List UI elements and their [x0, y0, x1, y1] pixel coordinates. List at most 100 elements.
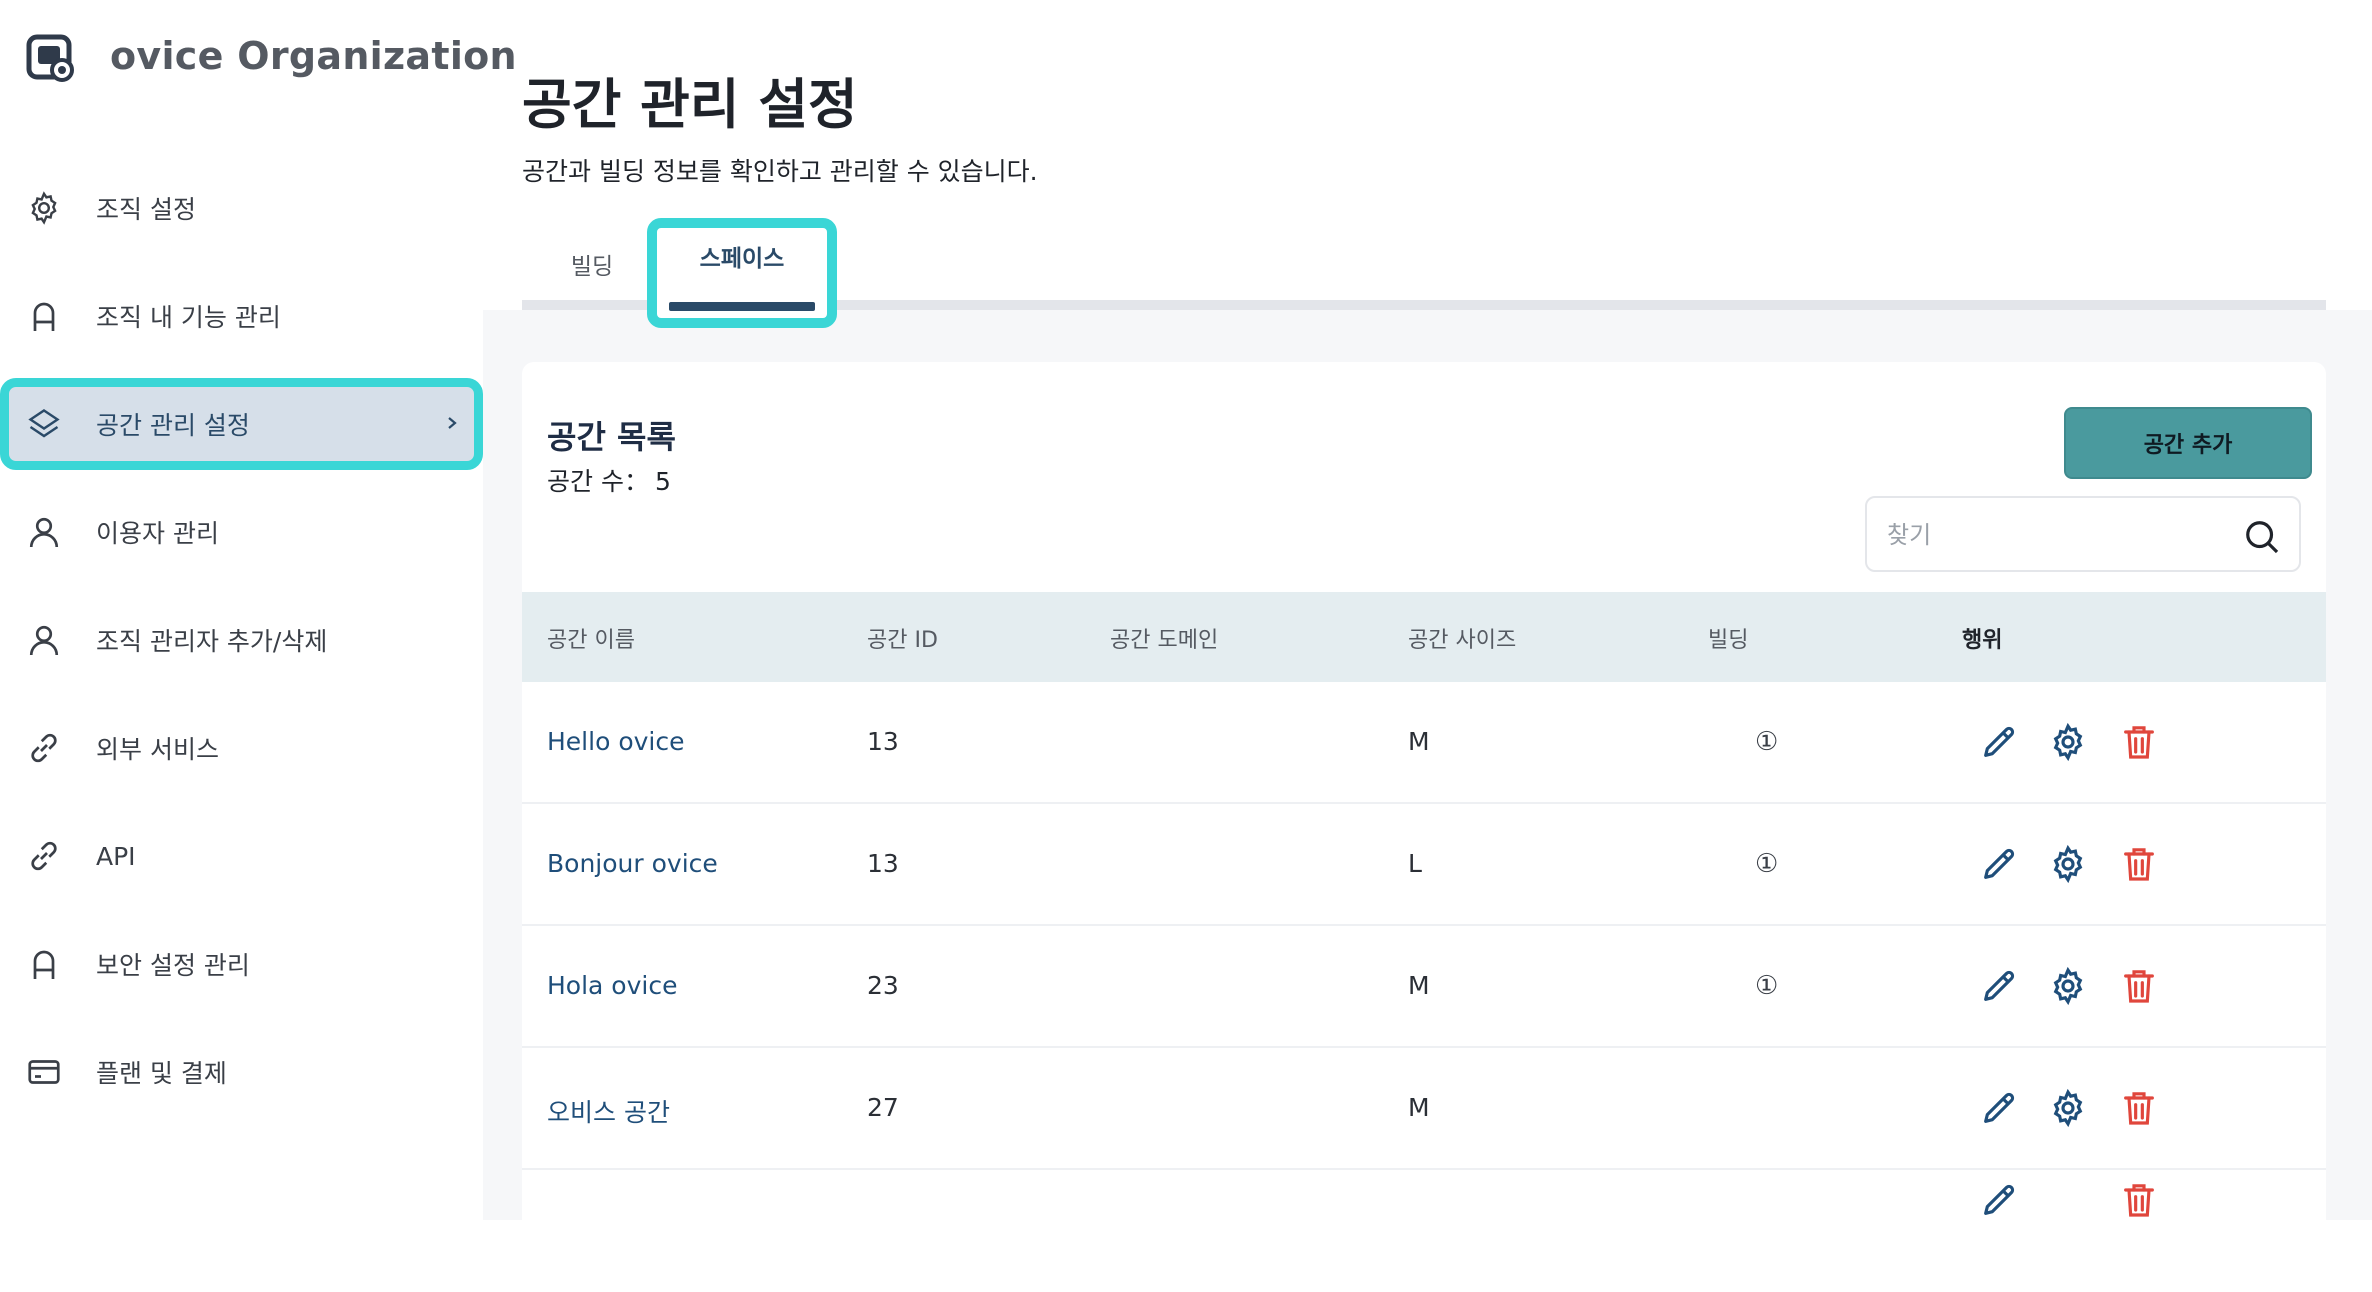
space-size: M [1408, 727, 1430, 756]
space-size: M [1408, 971, 1430, 1000]
gear-icon [2053, 1088, 2083, 1128]
main-content: 공간 관리 설정 공간과 빌딩 정보를 확인하고 관리할 수 있습니다. 빌딩 … [483, 0, 2372, 1292]
building-badge[interactable]: ① [1755, 849, 1778, 879]
sidebar-item-label: 이용자 관리 [96, 519, 219, 548]
trash-icon [2124, 726, 2154, 759]
lock-icon [33, 302, 55, 331]
credit-card-icon [28, 1060, 60, 1084]
add-space-button[interactable]: 공간 추가 [2064, 407, 2312, 479]
sidebar-item-org-settings[interactable]: 조직 설정 [0, 162, 483, 254]
building-badge[interactable]: ① [1755, 727, 1778, 757]
trash-icon [2124, 1184, 2154, 1217]
sidebar-item-label: 외부 서비스 [96, 735, 219, 764]
edit-button[interactable] [1979, 966, 2019, 1006]
pencil-icon [1984, 848, 2015, 879]
edit-button[interactable] [1979, 722, 2019, 762]
sidebar-item-label: 플랜 및 결제 [96, 1059, 227, 1088]
gear-icon [31, 191, 57, 225]
tab-active-indicator [669, 302, 815, 311]
page-title: 공간 관리 설정 [522, 73, 858, 136]
space-name-link[interactable]: Hola ovice [547, 971, 677, 1000]
add-space-button-label: 공간 추가 [2143, 433, 2233, 458]
sidebar-item-label: 조직 관리자 추가/삭제 [96, 627, 328, 656]
sidebar-item-label: 조직 내 기능 관리 [96, 303, 281, 332]
gear-icon [2053, 966, 2083, 1006]
table-header: 공간 이름 공간 ID 공간 도메인 공간 사이즈 빌딩 행위 [522, 592, 2326, 682]
building-badge[interactable]: ① [1755, 971, 1778, 1001]
column-header-building[interactable]: 빌딩 [1708, 622, 1748, 654]
table-row: Hola ovice 23 M ① [522, 926, 2326, 1048]
column-header-size[interactable]: 공간 사이즈 [1408, 622, 1516, 654]
column-header-domain[interactable]: 공간 도메인 [1110, 622, 1218, 654]
gear-icon [2053, 722, 2083, 762]
sidebar-item-user-management[interactable]: 이용자 관리 [0, 486, 483, 578]
settings-button[interactable] [2048, 1088, 2088, 1128]
space-count-value: 5 [654, 467, 671, 496]
trash-icon [2124, 970, 2154, 1003]
delete-button[interactable] [2119, 1180, 2159, 1220]
sidebar-item-label: 공간 관리 설정 [96, 411, 250, 440]
org-logo-icon [26, 34, 74, 82]
search-box [1865, 496, 2301, 572]
sidebar-item-api[interactable]: API [0, 810, 483, 902]
edit-button[interactable] [1979, 1088, 2019, 1128]
column-header-actions: 행위 [1962, 628, 2003, 653]
space-size: L [1408, 849, 1422, 878]
tab-space[interactable]: 스페이스 [647, 218, 837, 328]
pencil-icon [1984, 726, 2015, 757]
edit-button[interactable] [1979, 844, 2019, 884]
search-icon[interactable] [2243, 518, 2281, 556]
org-logo[interactable] [26, 30, 78, 90]
column-header-name[interactable]: 공간 이름 [547, 622, 635, 654]
tab-bar: 빌딩 스페이스 [522, 218, 2326, 328]
settings-button[interactable] [2048, 844, 2088, 884]
sidebar-item-security-settings[interactable]: 보안 설정 관리 [0, 918, 483, 1010]
page-description: 공간과 빌딩 정보를 확인하고 관리할 수 있습니다. [522, 157, 1038, 186]
sidebar-item-feature-management[interactable]: 조직 내 기능 관리 [0, 270, 483, 362]
lock-icon [33, 950, 55, 979]
column-header-id[interactable]: 공간 ID [867, 622, 938, 654]
settings-button[interactable] [2048, 722, 2088, 762]
sidebar-item-admin-management[interactable]: 조직 관리자 추가/삭제 [0, 594, 483, 686]
sidebar-item-label: API [96, 841, 136, 871]
pencil-icon [1984, 970, 2015, 1001]
pencil-icon [1984, 1092, 2015, 1123]
space-id: 27 [867, 1093, 899, 1122]
delete-button[interactable] [2119, 966, 2159, 1006]
delete-button[interactable] [2119, 1088, 2159, 1128]
space-count: 공간 수： 5 [547, 462, 677, 498]
list-title: 공간 목록 [547, 418, 676, 456]
user-icon [29, 625, 59, 656]
trash-icon [2124, 1092, 2154, 1125]
gear-icon [2053, 844, 2083, 884]
link-icon [31, 733, 57, 763]
tab-building[interactable]: 빌딩 [522, 218, 662, 310]
delete-button[interactable] [2119, 722, 2159, 762]
space-name-link[interactable]: Hello ovice [547, 727, 684, 756]
space-id: 23 [867, 971, 899, 1000]
edit-button[interactable] [1979, 1180, 2019, 1220]
space-list-card: 공간 목록 공간 수：5 공간 추가 공간 이름 공간 ID 공간 도메인 공간… [522, 362, 2326, 1292]
sidebar-item-external-services[interactable]: 외부 서비스 [0, 702, 483, 794]
space-name-link[interactable]: Bonjour ovice [547, 849, 718, 878]
tab-label: 스페이스 [699, 246, 785, 272]
sidebar: ovice Organization 조직 설정 조직 내 기능 관리 공간 관… [0, 0, 517, 1220]
space-id: 13 [867, 849, 899, 878]
space-count-label: 공간 수： [547, 467, 649, 496]
search-input[interactable] [1887, 512, 2207, 558]
link-icon [31, 841, 57, 871]
sidebar-item-plan-billing[interactable]: 플랜 및 결제 [0, 1026, 483, 1118]
table-row: 오비스 공간 27 M [522, 1048, 2326, 1170]
space-name-link[interactable]: 오비스 공간 [547, 1093, 670, 1129]
org-name: ovice Organization [110, 34, 517, 78]
table-row [522, 1170, 2326, 1292]
delete-button[interactable] [2119, 844, 2159, 884]
sidebar-item-label: 조직 설정 [96, 195, 196, 224]
sidebar-item-space-settings[interactable]: 공간 관리 설정 [0, 378, 483, 470]
user-icon [29, 517, 59, 548]
table-row: Bonjour ovice 13 L ① [522, 804, 2326, 926]
table-row: Hello ovice 13 M ① [522, 682, 2326, 804]
active-highlight [647, 218, 837, 328]
space-id: 13 [867, 727, 899, 756]
settings-button[interactable] [2048, 966, 2088, 1006]
